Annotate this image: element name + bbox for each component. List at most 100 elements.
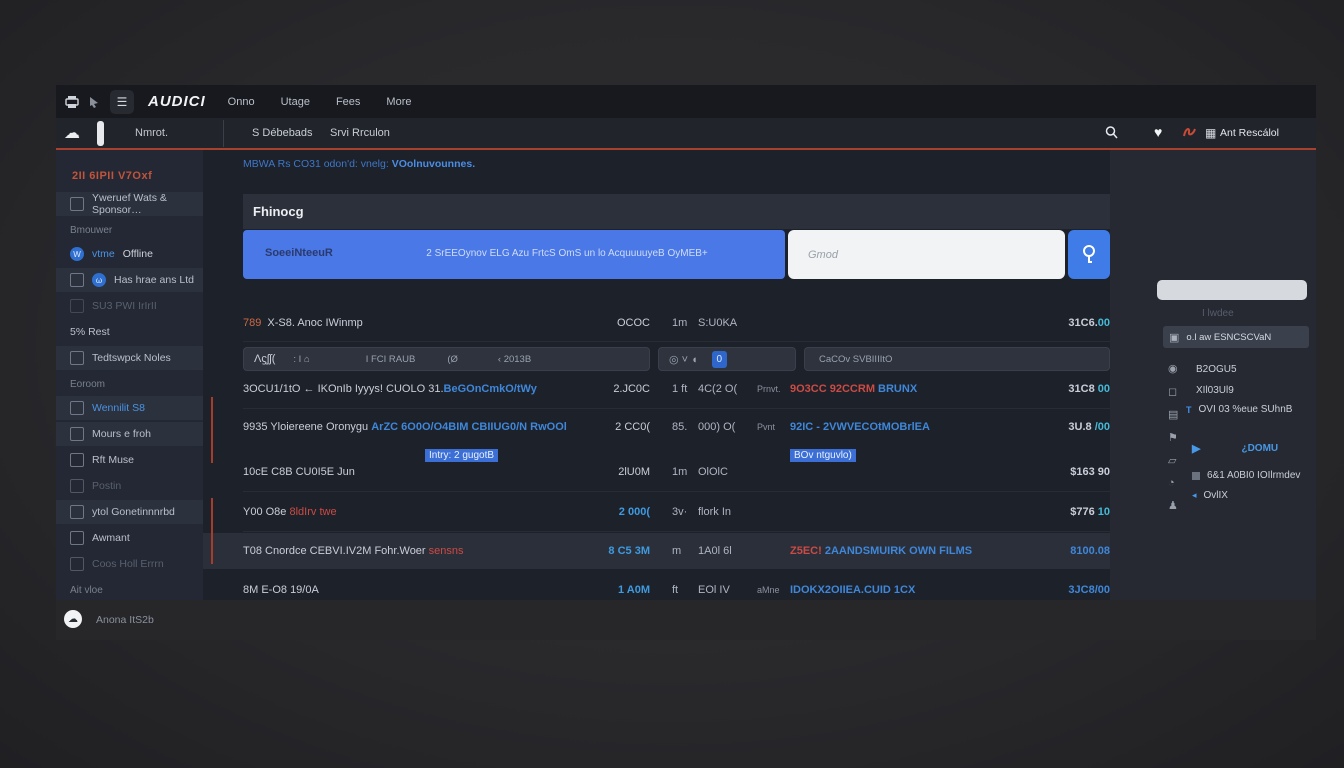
type-icon: T xyxy=(1186,405,1192,415)
w-icon xyxy=(70,531,84,545)
divider xyxy=(223,120,224,147)
sidebar: 2II 6IPII V7Oxf Yweruef Wats & Sponsor… … xyxy=(56,150,203,600)
badge-icon: ▣ xyxy=(1169,331,1179,344)
listings-table: 789X-S8. Anoc IWinmp OCOC 1m S:U0KA 31C6… xyxy=(243,305,1110,600)
cloud-icon[interactable]: ☁ xyxy=(64,123,80,143)
row-link[interactable]: BeGOnCmkO/tWy xyxy=(444,383,537,395)
doc-icon xyxy=(70,453,84,467)
panel-hint: I lwdee xyxy=(1202,308,1234,319)
sidebar-scroll-indicator xyxy=(211,498,213,564)
account-row[interactable]: ▣ o.l aw ESNCSCVaN xyxy=(1163,326,1309,348)
panel-item[interactable]: T OVI 03 %eue SUhnB xyxy=(1186,404,1292,415)
user-icon[interactable]: ♟ xyxy=(1168,499,1178,512)
sidebar-item-online[interactable]: W vtme Offline xyxy=(56,242,203,266)
sidebar-item-ytol[interactable]: ytol Gonetinnnrbd xyxy=(56,500,203,524)
drag-handle[interactable] xyxy=(97,121,104,146)
panel-item[interactable]: 6&1 A0BI0 IOIlrmdev xyxy=(1192,470,1300,481)
toolbar-group-view[interactable]: ◎ ˅ ◖ 0 xyxy=(658,347,796,371)
doc-icon xyxy=(70,505,84,519)
menu-item-2[interactable]: Utage xyxy=(281,96,310,108)
tab-preview[interactable]: Srvi Rrculon xyxy=(330,127,390,139)
tab-downloads[interactable]: S Débebads xyxy=(252,127,313,139)
doc-icon xyxy=(70,479,84,493)
menu-item-4[interactable]: More xyxy=(386,96,411,108)
banner-label: SoeeiNteeuR xyxy=(265,247,333,259)
footer: ☁ Anona ItS2b xyxy=(56,600,1316,640)
sidebar-item-has-new[interactable]: ω Has hrae ans Ltd xyxy=(56,268,203,292)
toolbar-label-3[interactable]: ‹ 2013B xyxy=(498,354,531,365)
list-icon xyxy=(70,273,84,287)
workspace-label[interactable]: Nmrot. xyxy=(135,127,168,139)
sidebar-item-mours[interactable]: Mours e froh xyxy=(56,422,203,446)
sidebar-group-1: Bmouwer xyxy=(70,225,203,236)
notice-link[interactable]: MBWA Rs CO31 odon'd: vnelg: VOolnuvounne… xyxy=(243,158,475,170)
sidebar-item-rft[interactable]: Rft Muse xyxy=(56,448,203,472)
apps-grid-icon[interactable]: ▦ xyxy=(1205,126,1216,140)
panel-scrollbar[interactable] xyxy=(1157,280,1307,300)
magnifier-icon xyxy=(1080,243,1098,267)
app-canvas: ☰ AUDICI Onno Utage Fees More ☁ Nmrot. S… xyxy=(56,85,1316,600)
lock-icon[interactable]: ◻ xyxy=(1168,385,1178,398)
menu-item-3[interactable]: Fees xyxy=(336,96,360,108)
search-icon[interactable] xyxy=(1104,125,1119,140)
note-icon xyxy=(70,351,84,365)
table-row[interactable]: 9935 Yloiereene Oronygu ArZC 6O0O/O4BIM … xyxy=(243,408,1110,446)
sidebar-item-rest[interactable]: 5% Rest xyxy=(56,320,203,344)
user-avatar[interactable]: ☁ xyxy=(64,610,82,628)
sidebar-item-awmant[interactable]: Awmant xyxy=(56,526,203,550)
row-link[interactable]: ArZC 6O0O/O4BIM CBIIUG0/N RwOOl xyxy=(371,421,567,433)
cursor-icon[interactable] xyxy=(88,96,100,108)
sidebar-group-2: Eoroom xyxy=(70,379,203,390)
counter-toggle[interactable]: 0 xyxy=(712,351,727,368)
clock-icon[interactable]: ◔ xyxy=(1168,477,1178,489)
activity-icon[interactable] xyxy=(1182,125,1197,139)
sidebar-heading: 2II 6IPII V7Oxf xyxy=(72,170,203,182)
panel-icon-strip: ◉ ◻ ▤ ⚑ ▱ ◔ ♟ xyxy=(1168,362,1178,512)
apps-label[interactable]: Ant Rescálol xyxy=(1220,127,1279,139)
record-icon[interactable]: ◉ xyxy=(1168,362,1178,375)
right-panel: I lwdee ▣ o.l aw ESNCSCVaN ◉ ◻ ▤ ⚑ ▱ ◔ ♟… xyxy=(1110,150,1316,600)
favorites-icon[interactable]: ♥ xyxy=(1154,124,1162,140)
sidebar-item-coos[interactable]: Coos Holl Errrn xyxy=(56,552,203,576)
folder-icon[interactable]: ▱ xyxy=(1168,454,1178,467)
banner-message: 2 SrEEOynov ELG Azu FrtcS OmS un lo Acqu… xyxy=(363,248,771,259)
toolbar-group-tools[interactable]: Λϛʃʃ( : I ⌂ I FCI RAUB (Ø ‹ 2013B xyxy=(243,347,650,371)
flag-icon[interactable]: ⚑ xyxy=(1168,431,1178,444)
doc-icon xyxy=(70,401,84,415)
grid-icon[interactable]: ▤ xyxy=(1168,408,1178,421)
panel-item-active[interactable]: ▶ ¿DOMU xyxy=(1192,442,1278,455)
sidebar-item-feedback[interactable]: Tedtswpck Noles xyxy=(56,346,203,370)
table-row[interactable]: 8M E-O8 19/0A 1 A0M ft EOl IV aMne IDOKX… xyxy=(243,571,1110,600)
submit-label: CaCOv SVBIIIItO xyxy=(819,354,892,365)
table-row[interactable]: 10cE C8B CU0I5E Jun 2lU0M 1m OlOlC $163 … xyxy=(243,453,1110,492)
table-row[interactable]: T08 Cnordce CEBVI.IV2M Fohr.Woer sensns … xyxy=(203,533,1110,569)
panel-item[interactable]: XIl03Ul9 xyxy=(1196,385,1234,396)
table-row[interactable]: 789X-S8. Anoc IWinmp OCOC 1m S:U0KA 31C6… xyxy=(243,305,1110,342)
search-input[interactable] xyxy=(788,230,1065,279)
view-icons[interactable]: ◎ ˅ ◖ xyxy=(669,353,698,366)
page-title: Fhinocg xyxy=(253,204,304,219)
table-row[interactable]: Y00 O8e 8ldIrv twe 2 000( 3v· flork In $… xyxy=(243,493,1110,532)
sidebar-item-disabled[interactable]: SU3 PWI IrIrII xyxy=(56,294,203,318)
panel-item[interactable]: ◂ OvlIX xyxy=(1192,490,1228,501)
toolbar-label-2[interactable]: (Ø xyxy=(447,354,458,365)
sidebar-item-pinned[interactable]: Yweruef Wats & Sponsor… xyxy=(56,192,203,216)
app-window: ☰ AUDICI Onno Utage Fees More ☁ Nmrot. S… xyxy=(0,0,1344,768)
search-button[interactable] xyxy=(1068,230,1110,279)
panel-item[interactable]: B2OGU5 xyxy=(1196,364,1237,375)
history-icons[interactable]: : I ⌂ xyxy=(293,354,309,365)
toolbar-label-1[interactable]: I FCI RAUB xyxy=(366,354,416,365)
doc-icon xyxy=(70,427,84,441)
menu-icon[interactable]: ☰ xyxy=(110,90,134,114)
sidebar-item-wennilit[interactable]: Wennilit S8 xyxy=(56,396,203,420)
menu-item-1[interactable]: Onno xyxy=(228,96,255,108)
table-row[interactable]: 3OCU1/1tO ← IKOnIb Iyyys! CUOLO 31.BeGOn… xyxy=(243,370,1110,409)
info-banner[interactable]: SoeeiNteeuR 2 SrEEOynov ELG Azu FrtcS Om… xyxy=(243,230,785,279)
doc-icon xyxy=(70,197,84,211)
thumbnail-icon xyxy=(1192,472,1200,480)
toolbar-group-submit[interactable]: CaCOv SVBIIIItO xyxy=(804,347,1110,371)
sidebar-item-postin[interactable]: Postin xyxy=(56,474,203,498)
printer-icon[interactable] xyxy=(64,95,80,109)
draw-tools-icons[interactable]: Λϛʃʃ( xyxy=(254,353,275,365)
user-badge-icon: ω xyxy=(92,273,106,287)
